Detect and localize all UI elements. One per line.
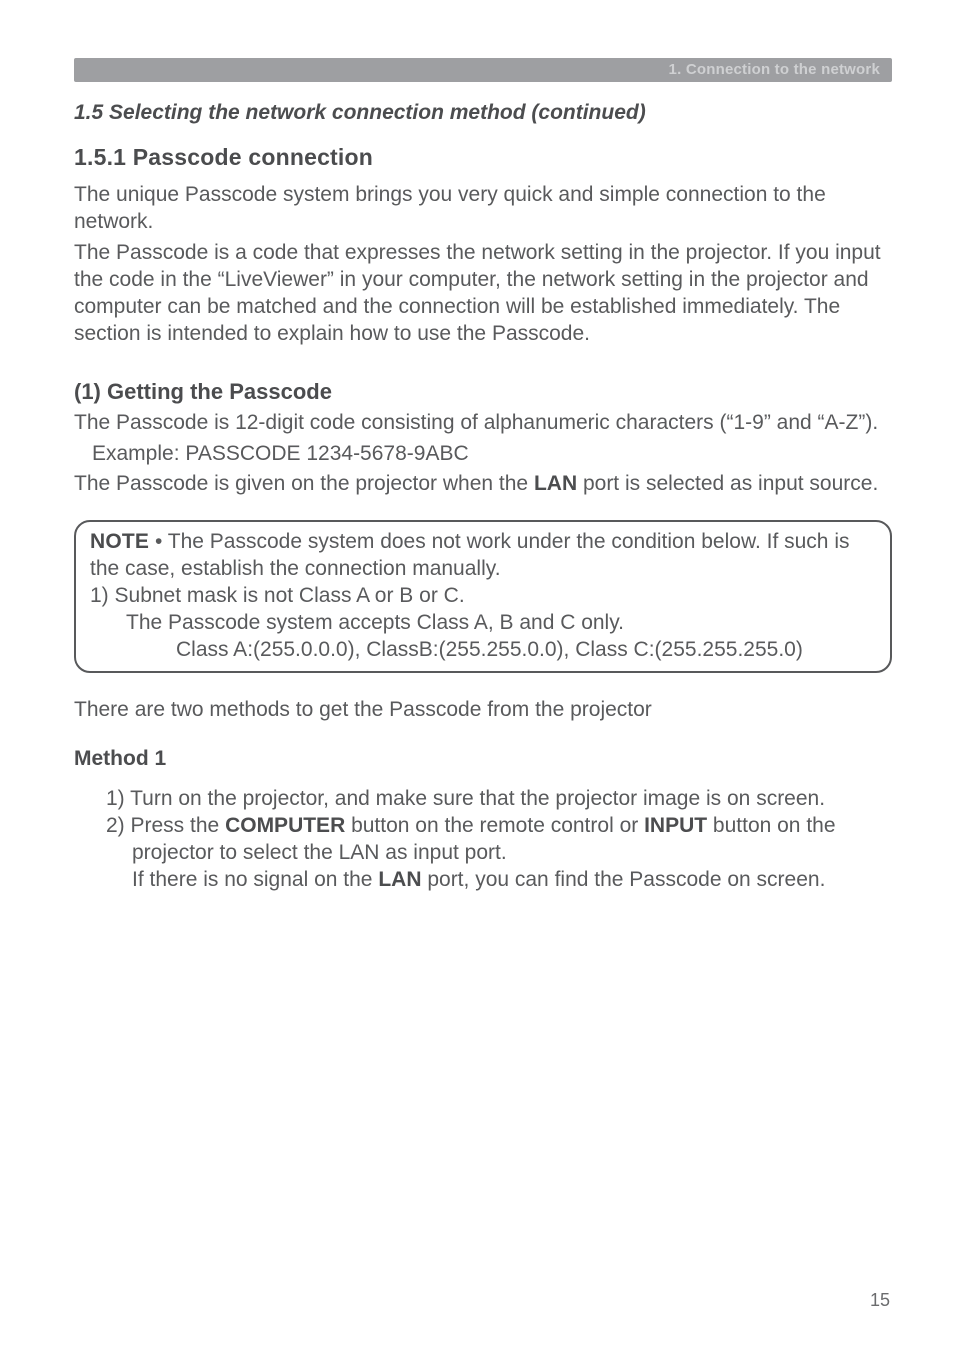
para-intro-1: The unique Passcode system brings you ve… <box>74 182 892 236</box>
text-fragment: button on the remote control or <box>345 814 644 837</box>
text-fragment: If there is no signal on the <box>132 868 378 891</box>
method-1-steps: 1) Turn on the projector, and make sure … <box>74 786 892 894</box>
text-fragment: port, you can find the Passcode on scree… <box>422 868 826 891</box>
getting-passcode-body: The Passcode is 12-digit code consisting… <box>74 410 892 499</box>
passcode-given: The Passcode is given on the projector w… <box>74 471 892 498</box>
computer-term: COMPUTER <box>225 814 345 837</box>
note-label: NOTE <box>90 530 149 553</box>
step-2-continued: If there is no signal on the LAN port, y… <box>106 867 892 894</box>
getting-passcode-title: (1) Getting the Passcode <box>74 378 892 406</box>
note-text-1: • The Passcode system does not work unde… <box>90 530 849 580</box>
passcode-format: The Passcode is 12-digit code consisting… <box>74 410 892 437</box>
section-1-5-1-title: 1.5.1 Passcode connection <box>74 143 892 172</box>
step-2: 2) Press the COMPUTER button on the remo… <box>106 813 892 867</box>
methods-intro: There are two methods to get the Passcod… <box>74 697 892 724</box>
chapter-header-bar: 1. Connection to the network <box>74 58 892 82</box>
text-fragment: 2) Press the <box>106 814 225 837</box>
passcode-example: Example: PASSCODE 1234-5678-9ABC <box>74 441 892 468</box>
note-line-2: 1) Subnet mask is not Class A or B or C. <box>90 583 876 610</box>
input-term: INPUT <box>644 814 707 837</box>
note-box: NOTE • The Passcode system does not work… <box>74 520 892 672</box>
page-number: 15 <box>870 1289 890 1312</box>
method-1-label: Method 1 <box>74 746 892 773</box>
note-line-4: Class A:(255.0.0.0), ClassB:(255.255.0.0… <box>90 637 876 664</box>
text-fragment: port is selected as input source. <box>577 472 878 495</box>
lan-term-2: LAN <box>378 868 421 891</box>
para-intro-2: The Passcode is a code that expresses th… <box>74 240 892 348</box>
chapter-label: 1. Connection to the network <box>669 60 880 79</box>
text-fragment: The Passcode is given on the projector w… <box>74 472 534 495</box>
note-line-1: NOTE • The Passcode system does not work… <box>90 529 876 583</box>
section-continued-title: 1.5 Selecting the network connection met… <box>74 100 892 127</box>
note-line-3: The Passcode system accepts Class A, B a… <box>90 610 876 637</box>
section-1-5-1-body: The unique Passcode system brings you ve… <box>74 182 892 347</box>
step-1: 1) Turn on the projector, and make sure … <box>106 786 892 813</box>
lan-term: LAN <box>534 472 577 495</box>
